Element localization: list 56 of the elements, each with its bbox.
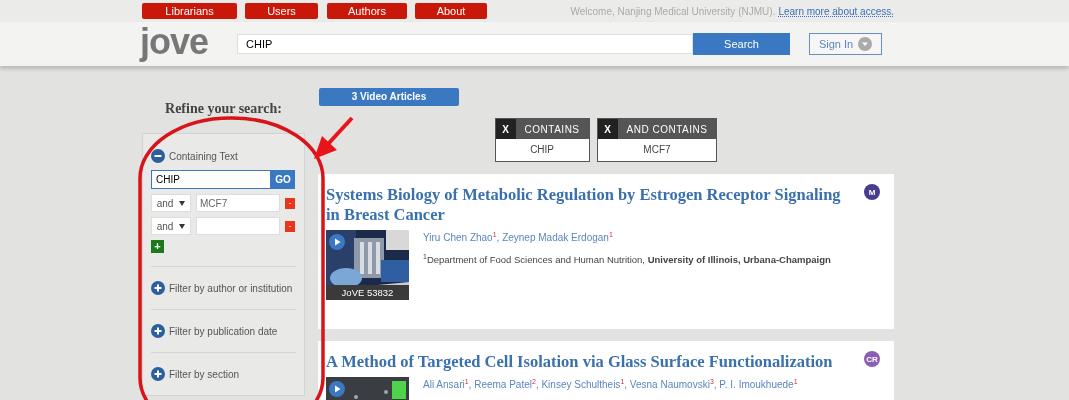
- caret-icon: [179, 200, 186, 206]
- play-icon[interactable]: [329, 234, 345, 250]
- affiliation-text: $^{1}$Department of Food Sciences and Human Nutrition, University of Illinois, Urbana-Champaign: [423, 253, 831, 266]
- expand-icon[interactable]: [151, 324, 165, 338]
- expand-icon[interactable]: [151, 281, 165, 295]
- filter-value: MCF7: [642, 143, 672, 157]
- section-header[interactable]: Filter by section: [169, 368, 240, 380]
- remove-button[interactable]: -: [285, 197, 295, 209]
- filter-label: AND CONTAINS: [625, 123, 709, 135]
- search-button[interactable]: Search: [693, 33, 790, 55]
- expand-icon[interactable]: [151, 367, 165, 381]
- logo[interactable]: jove: [140, 24, 237, 60]
- section-header[interactable]: Filter by publication date: [169, 325, 278, 337]
- text-field[interactable]: CHIP: [151, 170, 271, 189]
- sign-in-button[interactable]: Sign In: [809, 33, 882, 55]
- results-count-tab[interactable]: 3 Video Articles: [319, 88, 459, 106]
- remove-button[interactable]: -: [285, 220, 295, 232]
- author-link[interactable]: Kinsey Schultheis$^{1}$: [541, 379, 625, 391]
- annotation-arrow: [314, 116, 354, 159]
- author-list: Yiru Chen Zhao$^{1}$, Zeynep Madak Erdogan$^{1}$: [423, 231, 831, 244]
- article-badge: CR: [864, 351, 880, 367]
- operator-dropdown[interactable]: and: [151, 217, 191, 235]
- remove-filter-button[interactable]: X: [495, 119, 516, 139]
- article-badge: M: [864, 184, 880, 200]
- access-link[interactable]: Learn more about access.: [778, 5, 894, 17]
- operator-dropdown[interactable]: and: [151, 194, 191, 212]
- nav-tab[interactable]: Authors: [327, 3, 407, 19]
- section-header[interactable]: Containing Text: [169, 150, 238, 162]
- author-list: Ali Ansari$^{1}$, Reema Patel$^{2}$, Kinsey Schultheis$^{1}$, Vesna Naumovski$^{3}$, P. I. Imoukhuede$^{1}$: [423, 378, 798, 391]
- search-field[interactable]: CHIP: [237, 34, 693, 54]
- author-link[interactable]: Yiru Chen Zhao$^{1}$: [423, 232, 497, 244]
- section-header[interactable]: Filter by author or institution: [169, 282, 293, 294]
- add-button[interactable]: +: [151, 240, 164, 253]
- go-button[interactable]: GO: [271, 170, 295, 189]
- article-title[interactable]: A Method of Targeted Cell Isolation via Glass Surface Functionalization: [326, 352, 846, 372]
- collapse-icon[interactable]: [151, 149, 165, 163]
- sidebar-heading: Refine your search:: [164, 101, 283, 117]
- caret-icon: [858, 37, 873, 51]
- video-id: JoVE 53832: [326, 285, 409, 300]
- author-link[interactable]: Ali Ansari$^{1}$: [423, 379, 469, 391]
- nav-tab[interactable]: About: [415, 3, 487, 19]
- caret-icon: [179, 223, 186, 229]
- filter-value: CHIP: [529, 143, 556, 157]
- welcome-text: Welcome, Nanjing Medical University (NJMU).: [570, 5, 776, 17]
- nav-tab[interactable]: Users: [245, 3, 318, 19]
- play-icon[interactable]: [329, 381, 345, 397]
- nav-tab[interactable]: Librarians: [142, 3, 237, 19]
- author-link[interactable]: Reema Patel$^{2}$: [474, 379, 536, 391]
- author-link[interactable]: P. I. Imoukhuede$^{1}$: [719, 379, 798, 391]
- author-link[interactable]: Zeynep Madak Erdogan$^{1}$: [502, 232, 613, 244]
- article-title[interactable]: Systems Biology of Metabolic Regulation by Estrogen Receptor Signaling in Breast Cancer: [326, 185, 846, 225]
- remove-filter-button[interactable]: X: [597, 119, 618, 139]
- author-link[interactable]: Vesna Naumovski$^{3}$: [629, 379, 714, 391]
- text-field[interactable]: [196, 217, 280, 235]
- text-field[interactable]: MCF7: [196, 194, 280, 212]
- filter-label: CONTAINS: [523, 123, 581, 135]
